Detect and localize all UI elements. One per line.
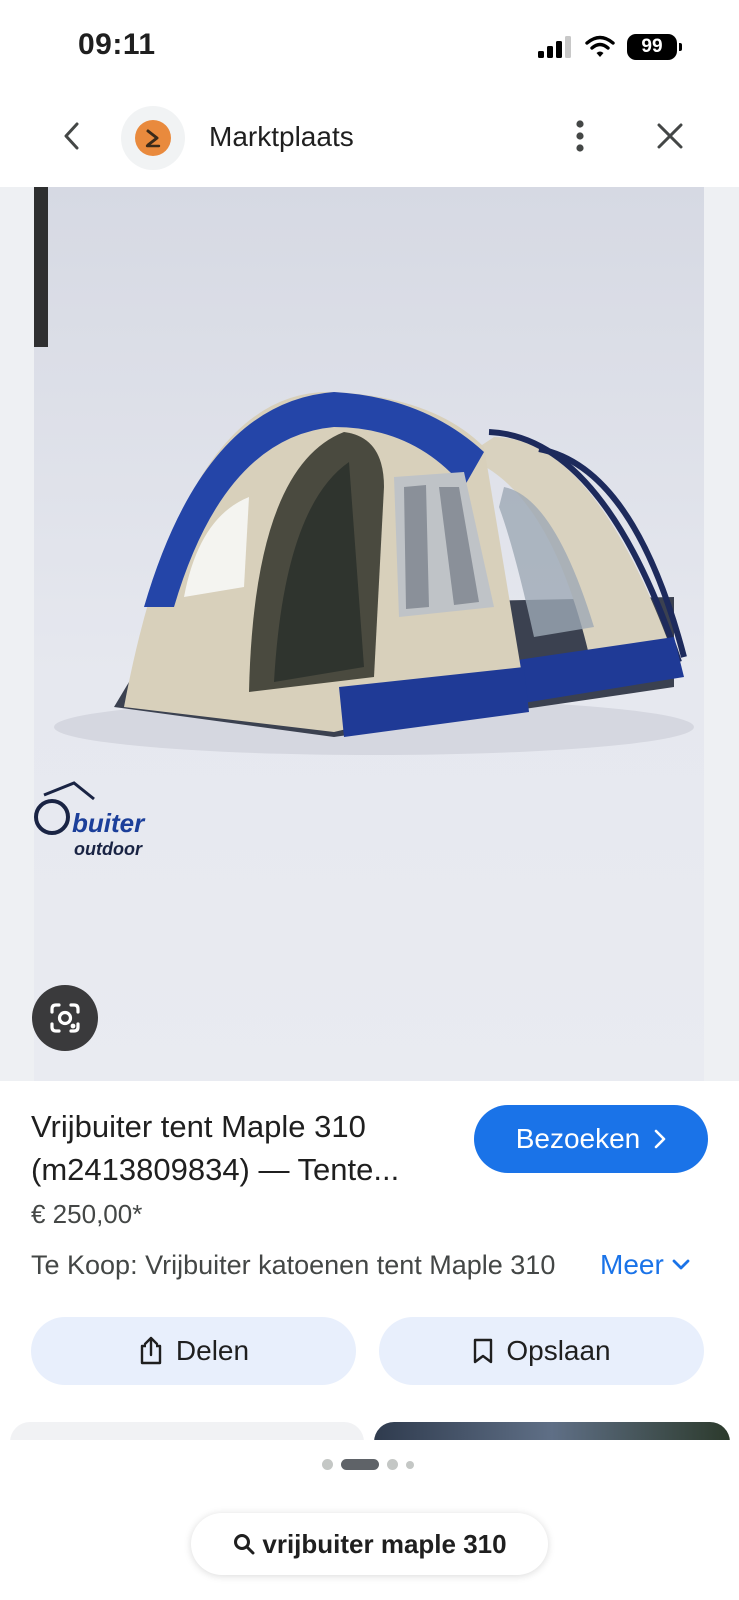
result-title[interactable]: Vrijbuiter tent Maple 310 (m2413809834) … — [31, 1105, 451, 1191]
share-icon — [140, 1336, 162, 1365]
wifi-icon — [585, 35, 615, 57]
save-label: Opslaan — [506, 1335, 611, 1366]
tent-illustration: buiter outdoor — [34, 187, 694, 859]
more-options-button[interactable] — [562, 114, 598, 158]
page-dot — [322, 1459, 333, 1470]
page-dot-active — [341, 1459, 379, 1470]
share-button[interactable]: Delen — [31, 1317, 356, 1385]
status-time: 09:11 — [78, 28, 156, 61]
related-results-strip — [0, 1422, 739, 1442]
share-label: Delen — [175, 1335, 250, 1366]
visit-button-label: Bezoeken — [515, 1123, 641, 1154]
google-lens-button[interactable] — [32, 985, 98, 1051]
signal-icon — [538, 36, 571, 58]
related-result-thumbnail[interactable] — [10, 1422, 364, 1442]
visit-button[interactable]: Bezoeken — [474, 1105, 708, 1173]
more-vert-icon — [576, 120, 584, 152]
description: Te Koop: Vrijbuiter katoenen tent Maple … — [31, 1250, 556, 1280]
page-dot — [406, 1460, 414, 1469]
product-image[interactable]: buiter outdoor — [34, 187, 704, 1081]
marktplaats-logo — [135, 120, 171, 156]
related-result-thumbnail[interactable] — [374, 1422, 730, 1442]
chevron-down-icon — [672, 1259, 690, 1270]
brand-subtext: outdoor — [74, 839, 143, 859]
brand-text: buiter — [72, 808, 146, 838]
search-query: vrijbuiter maple 310 — [262, 1528, 507, 1559]
price: € 250,00* — [31, 1199, 143, 1229]
search-query-pill[interactable]: vrijbuiter maple 310 — [191, 1513, 548, 1575]
more-label: Meer — [600, 1249, 664, 1280]
more-button[interactable]: Meer — [600, 1249, 690, 1281]
page-dot — [387, 1459, 398, 1470]
google-lens-icon — [50, 1003, 80, 1033]
save-button[interactable]: Opslaan — [379, 1317, 704, 1385]
site-name[interactable]: Marktplaats — [209, 121, 354, 153]
site-logo — [121, 106, 185, 170]
chevron-left-icon — [64, 122, 79, 150]
page-indicator — [322, 1459, 414, 1470]
close-button[interactable] — [650, 116, 690, 156]
back-button[interactable] — [52, 116, 92, 156]
status-icons: 99 — [537, 34, 682, 60]
chevron-right-icon — [654, 1129, 666, 1149]
bookmark-icon — [474, 1338, 493, 1364]
close-icon — [657, 123, 683, 149]
search-icon — [234, 1534, 255, 1555]
battery-icon: 99 — [627, 34, 682, 60]
